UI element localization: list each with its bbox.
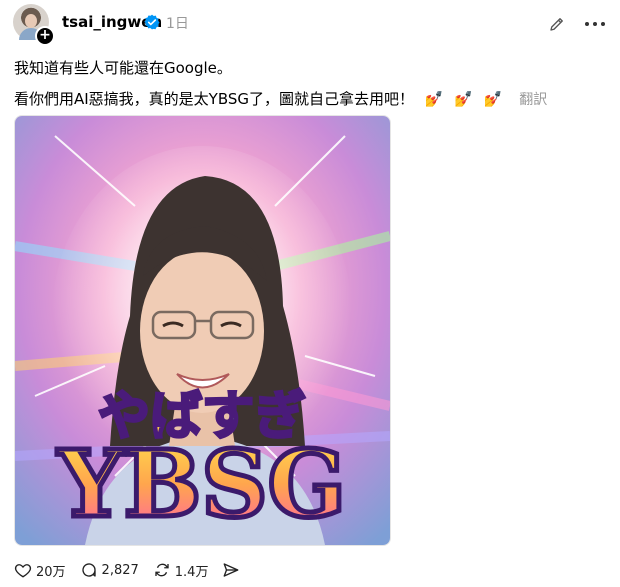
threads-post: + tsai_ingwen 1日 我知道有些人可能還在Google。 看你們用A… (0, 0, 620, 587)
post-text-line-2-text: 看你們用AI惡搞我，真的是太YBSG了，圖就自己拿去用吧！ (14, 90, 415, 108)
share-button[interactable] (222, 561, 244, 579)
nail-polish-emoji: 💅 (483, 90, 503, 108)
nail-polish-emoji: 💅 (454, 90, 473, 108)
like-count: 20万 (36, 564, 66, 580)
send-icon (224, 563, 239, 577)
repost-button[interactable]: 1.4万 (153, 561, 209, 580)
post-image[interactable]: やばすぎ YBSG (14, 115, 391, 546)
more-options-icon[interactable] (584, 16, 606, 32)
nail-polish-emoji: 💅 (424, 90, 444, 108)
post-actions: 20万 2,827 1.4万 (14, 560, 258, 580)
post-text-line-1: 我知道有些人可能還在Google。 (14, 59, 232, 77)
translate-link[interactable]: 翻訳 (519, 92, 547, 108)
like-button[interactable]: 20万 (14, 561, 66, 580)
repost-icon (155, 563, 169, 577)
comment-button[interactable]: 2,827 (80, 561, 139, 579)
repost-count: 1.4万 (174, 564, 209, 580)
image-bottom-text: YBSG (57, 430, 346, 538)
verified-badge-icon (144, 14, 160, 30)
follow-plus-icon[interactable]: + (35, 26, 55, 46)
comment-icon (81, 563, 96, 577)
post-time: 1日 (166, 16, 189, 32)
heart-icon (14, 564, 32, 578)
comment-count: 2,827 (101, 562, 139, 578)
ybsg-illustration: やばすぎ YBSG (15, 116, 390, 545)
avatar-face (25, 14, 37, 28)
edit-icon[interactable] (548, 15, 566, 33)
post-text-line-2: 看你們用AI惡搞我，真的是太YBSG了，圖就自己拿去用吧！ 💅 💅 💅 翻訳 (14, 88, 547, 109)
